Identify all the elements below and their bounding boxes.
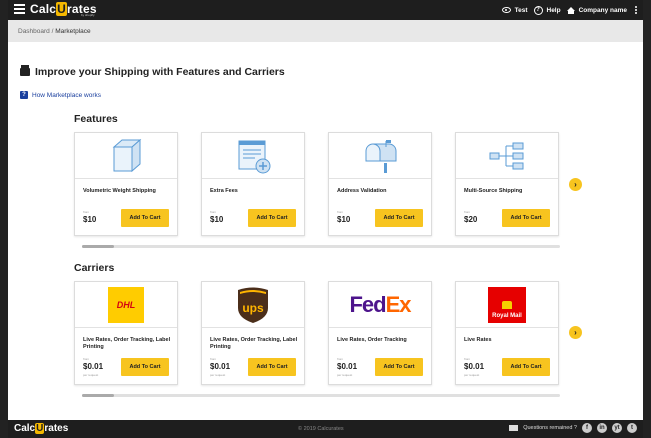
question-icon: ? (20, 91, 28, 99)
ups-logo: ups (238, 287, 268, 323)
carriers-next-button[interactable]: › (569, 326, 582, 339)
how-marketplace-works-link[interactable]: ? How Marketplace works (20, 91, 101, 99)
top-bar: CalcUrates by shopify Test ? Help Compan… (8, 0, 643, 20)
features-scrollbar[interactable] (82, 245, 560, 248)
scroll-thumb[interactable] (82, 394, 114, 397)
crown-icon (502, 300, 512, 309)
menu-icon[interactable] (14, 4, 25, 15)
feature-card-multi-source[interactable]: Multi-Source Shipping from $20 Add To Ca… (455, 132, 559, 236)
breadcrumb: Dashboard / Marketplace (8, 20, 643, 42)
home-icon (566, 6, 575, 14)
carriers-heading: Carriers (74, 262, 115, 274)
cube-icon (112, 138, 142, 172)
carrier-price: $0.01 (337, 362, 358, 371)
add-to-cart-button[interactable]: Add To Cart (248, 209, 296, 227)
feature-price: $20 (464, 215, 478, 224)
invoice-plus-icon (238, 140, 271, 173)
ups-logo-text: ups (242, 301, 264, 315)
feature-card-extra-fees[interactable]: Extra Fees from $10 Add To Cart (201, 132, 305, 236)
facebook-icon[interactable]: f (582, 423, 592, 433)
carrier-card-fedex[interactable]: FedEx Live Rates, Order Tracking from $0… (328, 281, 432, 385)
mailbox-icon (365, 139, 397, 173)
carrier-services: Live Rates (464, 337, 492, 343)
help-button[interactable]: ? Help (533, 5, 561, 15)
features-heading: Features (74, 113, 118, 125)
carrier-price: $0.01 (83, 362, 104, 371)
feature-price: $10 (210, 215, 224, 224)
breadcrumb-dashboard[interactable]: Dashboard (18, 28, 50, 35)
feature-price: $10 (337, 215, 351, 224)
dhl-logo: DHL (108, 286, 144, 323)
eye-icon (501, 7, 511, 13)
mail-icon (509, 425, 519, 431)
footer-logo[interactable]: CalcUrates (14, 423, 68, 434)
feature-name: Extra Fees (210, 188, 238, 194)
feature-card-volumetric[interactable]: Volumetric Weight Shipping from $10 Add … (74, 132, 178, 236)
add-to-cart-button[interactable]: Add To Cart (502, 209, 550, 227)
feature-card-address-validation[interactable]: Address Validation from $10 Add To Cart (328, 132, 432, 236)
hierarchy-icon (489, 142, 524, 169)
add-to-cart-button[interactable]: Add To Cart (121, 358, 169, 376)
feature-name: Address Validation (337, 188, 387, 194)
carrier-services: Live Rates, Order Tracking, Label Printi… (210, 337, 298, 350)
features-next-button[interactable]: › (569, 178, 582, 191)
twitter-icon[interactable]: t (627, 423, 637, 433)
company-menu[interactable]: Company name (566, 6, 627, 14)
carrier-price: $0.01 (464, 362, 485, 371)
feature-name: Multi-Source Shipping (464, 188, 523, 194)
carriers-scrollbar[interactable] (82, 394, 560, 397)
shipping-icon (20, 65, 30, 76)
add-to-cart-button[interactable]: Add To Cart (502, 358, 550, 376)
carrier-services: Live Rates, Order Tracking (337, 337, 407, 343)
fedex-logo: FedEx (349, 291, 411, 317)
carrier-card-dhl[interactable]: DHL Live Rates, Order Tracking, Label Pr… (74, 281, 178, 385)
add-to-cart-button[interactable]: Add To Cart (248, 358, 296, 376)
carrier-card-royal-mail[interactable]: Royal Mail Live Rates from $0.01 per req… (455, 281, 559, 385)
add-to-cart-button[interactable]: Add To Cart (375, 209, 423, 227)
youtube-icon[interactable]: yt (612, 423, 622, 433)
feature-price: $10 (83, 215, 97, 224)
add-to-cart-button[interactable]: Add To Cart (375, 358, 423, 376)
questions-link[interactable]: Questions remained ? (523, 425, 577, 431)
help-icon: ? (533, 5, 543, 15)
feature-name: Volumetric Weight Shipping (83, 188, 156, 194)
logo-subtitle: by shopify (81, 13, 95, 17)
page-title: Improve your Shipping with Features and … (20, 65, 285, 78)
app-frame: CalcUrates by shopify Test ? Help Compan… (8, 0, 643, 438)
scroll-thumb[interactable] (82, 245, 114, 248)
copyright: © 2019 Calcurates (298, 426, 344, 432)
carrier-price: $0.01 (210, 362, 231, 371)
linkedin-icon[interactable]: in (597, 423, 607, 433)
test-mode-toggle[interactable]: Test (501, 7, 528, 14)
royal-mail-logo: Royal Mail (488, 286, 526, 323)
carrier-card-ups[interactable]: ups Live Rates, Order Tracking, Label Pr… (201, 281, 305, 385)
add-to-cart-button[interactable]: Add To Cart (121, 209, 169, 227)
footer: CalcUrates © 2019 Calcurates Questions r… (8, 420, 643, 438)
more-options-icon[interactable] (635, 6, 637, 14)
breadcrumb-current: Marketplace (55, 28, 91, 35)
carrier-services: Live Rates, Order Tracking, Label Printi… (83, 337, 171, 350)
